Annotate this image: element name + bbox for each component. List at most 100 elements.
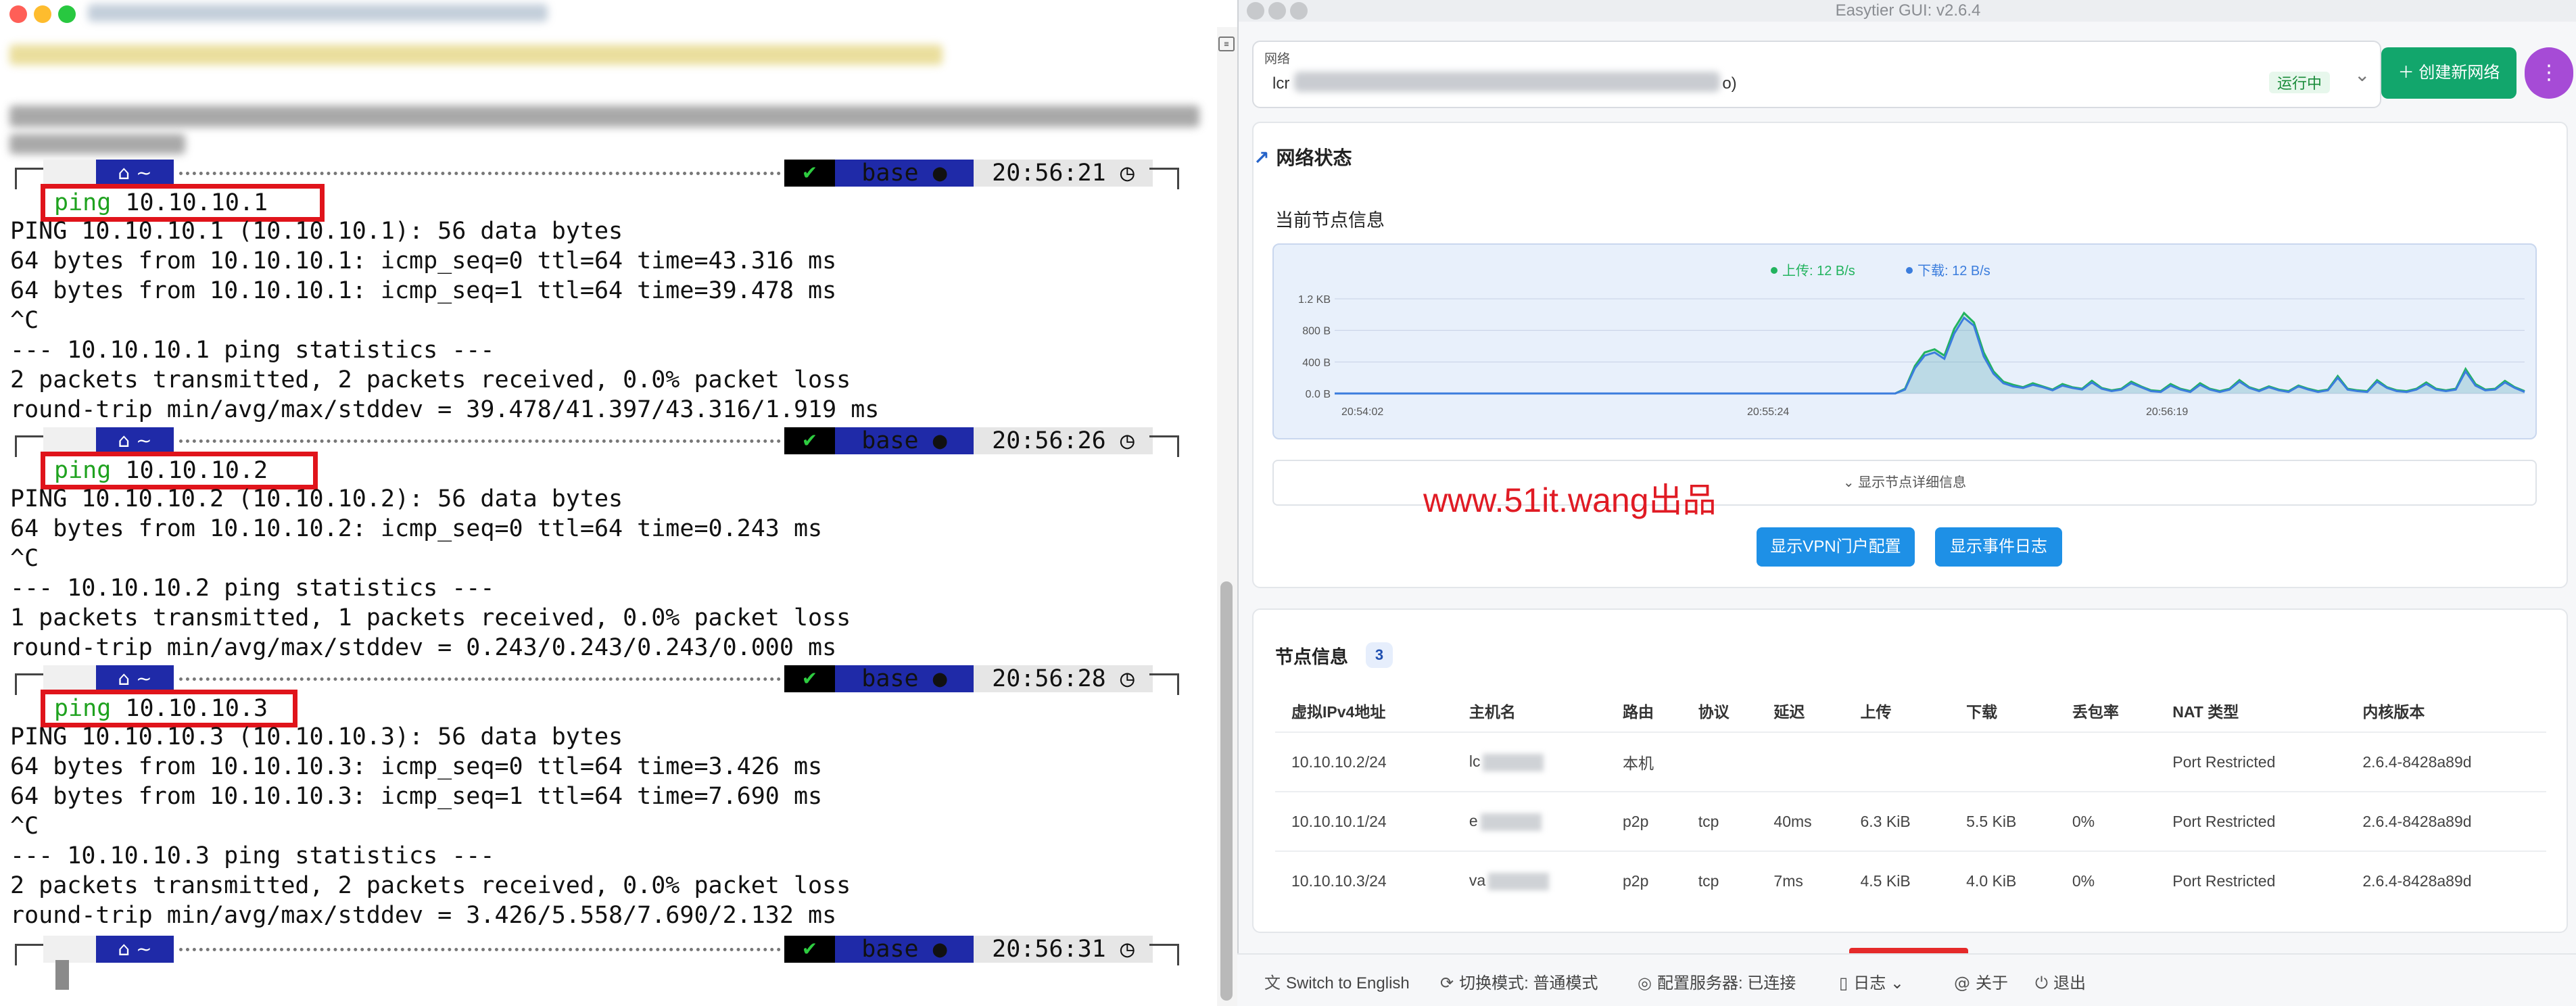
output-line: 1 packets transmitted, 1 packets receive…	[10, 604, 851, 631]
watermark: www.51it.wang出品	[1423, 481, 1717, 519]
table-cell: Port Restricted	[2156, 791, 2347, 851]
redacted-hostname	[1483, 753, 1544, 771]
table-cell: 0%	[2055, 851, 2157, 910]
apple-icon	[43, 936, 96, 963]
current-node-title: 当前节点信息	[1275, 210, 1385, 231]
column-header[interactable]: 延迟	[1757, 690, 1844, 732]
prompt-divider	[179, 439, 781, 443]
column-header[interactable]: 路由	[1606, 690, 1682, 732]
column-header[interactable]: 协议	[1682, 690, 1758, 732]
zoom-button[interactable]	[58, 5, 76, 23]
x-tick-label: 20:54:02	[1341, 406, 1383, 418]
table-cell: 5.5 KiB	[1950, 791, 2056, 851]
network-status-title: ↗ 网络状态	[1254, 147, 1352, 169]
split-pane-icon[interactable]: ≡	[1218, 37, 1235, 51]
table-row[interactable]: 10.10.10.1/24 e p2p tcp 40ms 6.3 KiB 5.5 KiB 0%…	[1275, 791, 2546, 851]
column-header[interactable]: NAT 类型	[2156, 690, 2346, 732]
table-cell: lc	[1452, 732, 1606, 792]
create-network-button[interactable]: ＋ 创建新网络	[2381, 47, 2517, 99]
table-cell: 6.3 KiB	[1844, 791, 1951, 851]
redacted-hostname	[1480, 813, 1542, 831]
output-line: ^C	[10, 307, 39, 334]
output-line: --- 10.10.10.2 ping statistics ---	[10, 575, 495, 602]
table-cell: Port Restricted	[2156, 732, 2347, 792]
table-row[interactable]: 10.10.10.2/24 lc 本机 Port Restricted 2.6.4-84…	[1275, 732, 2546, 792]
table-cell	[1950, 732, 2056, 792]
home-dir-segment: ⌂ ~	[96, 427, 174, 454]
table-cell: 7ms	[1757, 851, 1844, 910]
table-cell: 2.6.4-8428a89d	[2346, 851, 2546, 910]
footer-item[interactable]: @ 关于	[1954, 969, 2008, 993]
conda-env-segment: base ●	[835, 160, 974, 187]
column-header[interactable]: 丢包率	[2056, 690, 2156, 732]
table-cell: 2.6.4-8428a89d	[2346, 791, 2546, 851]
apple-icon	[43, 160, 96, 187]
vpn-portal-button[interactable]: 显示VPN门户配置	[1757, 527, 1915, 567]
table-cell	[1844, 732, 1951, 792]
network-value: lcr o)	[1272, 74, 1737, 93]
status-badge: 运行中	[2269, 72, 2331, 93]
node-info-title: 节点信息	[1275, 647, 1348, 667]
series-area	[1335, 318, 2525, 393]
output-line: 64 bytes from 10.10.10.1: icmp_seq=1 ttl…	[10, 277, 837, 304]
column-header[interactable]: 虚拟IPv4地址	[1275, 690, 1453, 732]
terminal-window[interactable]: ⌂ ~ ✔ base ● 20:56:21 ◷ ping 10.10.10.1 PING …	[0, 0, 1237, 1006]
prompt-time: 20:56:31 ◷	[974, 936, 1153, 963]
prompt-frame	[1149, 673, 1179, 695]
table-cell	[2055, 732, 2157, 792]
footer-item[interactable]: ◎ 配置服务器: 已连接	[1638, 969, 1796, 993]
footer-item[interactable]: ▯ 日志 ⌄	[1839, 969, 1904, 993]
terminal-titlebar	[0, 0, 1237, 27]
table-cell: 2.6.4-8428a89d	[2346, 732, 2546, 792]
text-cursor	[55, 960, 69, 990]
translate-icon: 文	[1264, 974, 1281, 992]
minimize-button[interactable]	[34, 5, 51, 23]
home-dir-segment: ⌂ ~	[96, 160, 174, 187]
check-icon: ✔	[784, 936, 835, 963]
output-line: PING 10.10.10.3 (10.10.10.3): 56 data by…	[10, 723, 623, 750]
output-line: ^C	[10, 545, 39, 572]
check-icon: ✔	[784, 427, 835, 454]
table-row[interactable]: 10.10.10.3/24 va p2p tcp 7ms 4.5 KiB 4.0 KiB 0%…	[1275, 851, 2546, 910]
footer-item[interactable]: ⟳ 切换模式: 普通模式	[1440, 969, 1598, 993]
event-log-button[interactable]: 显示事件日志	[1935, 527, 2062, 567]
refresh-icon: ⟳	[1440, 974, 1454, 992]
prompt-divider	[179, 677, 781, 681]
footer-bar: 文 Switch to English ⟳ 切换模式: 普通模式 ◎ 配置服务器: 已连接…	[1237, 953, 2576, 1006]
chevron-down-icon: ⌄	[1842, 475, 1859, 490]
network-select[interactable]: 网络 lcr o) 运行中 ⌄	[1252, 41, 2381, 108]
chevron-down-icon[interactable]: ⌄	[2354, 64, 2370, 86]
at-icon: @	[1954, 974, 1970, 992]
conda-env-segment: base ●	[835, 427, 974, 454]
table-cell: 4.5 KiB	[1844, 851, 1951, 910]
table-cell	[1757, 732, 1844, 792]
column-header[interactable]: 内核版本	[2346, 690, 2546, 732]
table-cell: 40ms	[1757, 791, 1844, 851]
table-cell: tcp	[1681, 851, 1758, 910]
shell-prompt: ⌂ ~ ✔ base ● 20:56:31 ◷	[0, 936, 1190, 965]
file-icon: ▯	[1839, 974, 1848, 992]
window-title: Easytier GUI: v2.6.4	[1835, 1, 1981, 20]
legend-entry: 下载: 12 B/s	[1917, 263, 1990, 279]
footer-item[interactable]: ⏻ 退出	[2035, 969, 2086, 993]
table-header: 虚拟IPv4地址 主机名 路由 协议 延迟 上传 下载 丢包率 NAT 类型 内核版本	[1275, 690, 2546, 732]
more-menu-button[interactable]: ⋮	[2525, 47, 2573, 99]
close-button[interactable]	[9, 5, 27, 23]
table-cell: 4.0 KiB	[1950, 851, 2056, 910]
output-line: --- 10.10.10.1 ping statistics ---	[10, 337, 495, 364]
output-line: PING 10.10.10.1 (10.10.10.1): 56 data by…	[10, 218, 623, 245]
column-header[interactable]: 下载	[1950, 690, 2056, 732]
home-dir-segment: ⌂ ~	[96, 665, 174, 692]
output-line: PING 10.10.10.2 (10.10.10.2): 56 data by…	[10, 485, 623, 512]
active-indicator	[1849, 948, 1968, 953]
scrollbar-thumb[interactable]	[1220, 581, 1233, 1001]
output-line: 2 packets transmitted, 2 packets receive…	[10, 366, 851, 393]
trend-icon: ↗	[1254, 147, 1270, 169]
footer-item[interactable]: 文 Switch to English	[1264, 969, 1410, 993]
output-line: round-trip min/avg/max/stddev = 0.243/0.…	[10, 634, 837, 661]
output-line: 64 bytes from 10.10.10.2: icmp_seq=0 ttl…	[10, 515, 823, 542]
column-header[interactable]: 上传	[1844, 690, 1951, 732]
output-line: round-trip min/avg/max/stddev = 3.426/5.…	[10, 902, 837, 929]
y-tick-label: 400 B	[1302, 357, 1331, 368]
column-header[interactable]: 主机名	[1453, 690, 1606, 732]
